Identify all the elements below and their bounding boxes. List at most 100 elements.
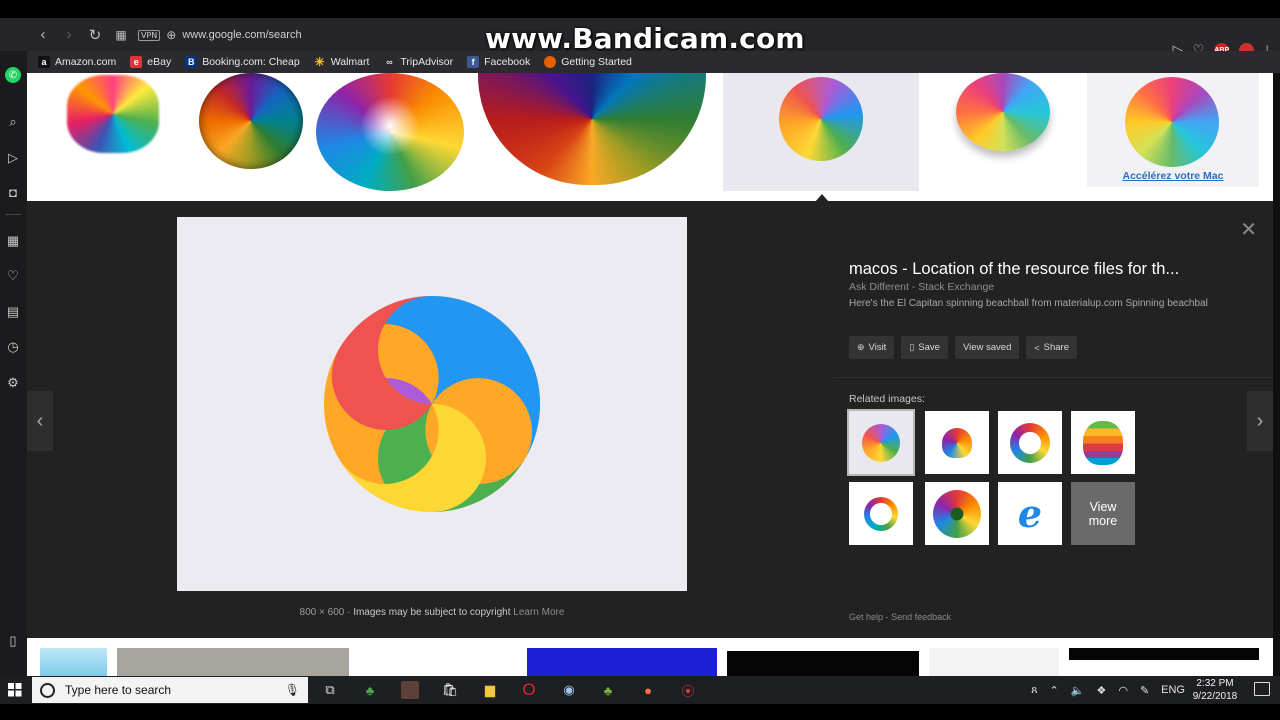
url-text[interactable]: www.google.com/search	[182, 29, 301, 41]
help-links: Get help - Send feedback	[849, 612, 951, 622]
sidebar-toggle-icon[interactable]: ▯	[3, 631, 23, 651]
bookmark-getting-started[interactable]: Getting Started	[544, 56, 632, 68]
dropbox-icon[interactable]: ❖	[1096, 684, 1106, 697]
bookmark-label: eBay	[147, 56, 172, 68]
result-thumbnail[interactable]	[117, 648, 349, 676]
news-icon[interactable]: ▤	[3, 302, 23, 322]
result-thumbnail[interactable]	[478, 73, 706, 185]
result-thumbnail[interactable]	[527, 648, 717, 676]
image-preview-panel: ‹ 800 × 600 · Images may be subject to c…	[27, 201, 1273, 638]
result-thumbnail[interactable]	[929, 648, 1059, 676]
beachball-image	[324, 296, 540, 512]
get-help-link[interactable]: Get help	[849, 612, 883, 622]
windows-taskbar: Type here to search 🎙 ⧉ ♣ 🛍 ▆ O ◉ ♣ ● ⦿ …	[0, 676, 1280, 704]
learn-more-link[interactable]: Learn More	[513, 607, 564, 618]
history-icon[interactable]: ◷	[3, 337, 23, 357]
related-image[interactable]	[849, 482, 913, 545]
bottom-black-band	[0, 704, 1280, 720]
image-source[interactable]: Ask Different - Stack Exchange	[849, 281, 994, 293]
bandicam-icon[interactable]: ⦿	[679, 681, 697, 699]
wifi-icon[interactable]: ◠	[1118, 684, 1128, 697]
microphone-icon[interactable]: 🎙	[285, 683, 300, 697]
bookmark-ebay[interactable]: e eBay	[130, 56, 171, 68]
view-saved-button[interactable]: View saved	[954, 336, 1020, 359]
back-icon[interactable]: ‹	[32, 24, 54, 46]
next-image-arrow-icon[interactable]: ›	[1247, 391, 1273, 451]
store-icon[interactable]: 🛍	[441, 681, 459, 699]
windows-start-icon[interactable]	[0, 676, 30, 704]
action-center-icon[interactable]	[1254, 682, 1270, 696]
send-feedback-link[interactable]: Send feedback	[891, 612, 951, 622]
copyright-notice: Images may be subject to copyright	[353, 607, 511, 618]
camera-icon[interactable]: ◘	[3, 182, 23, 202]
result-caption[interactable]: Accélérez votre Mac	[1087, 170, 1259, 182]
bookmark-tripadvisor[interactable]: ∞ TripAdvisor	[383, 56, 453, 68]
globe-icon: ⊕	[857, 342, 865, 352]
chevron-up-icon[interactable]: ⌃	[1050, 684, 1059, 697]
language-indicator[interactable]: ENG	[1161, 684, 1185, 696]
share-button[interactable]: < Share	[1026, 336, 1077, 359]
related-image[interactable]	[925, 482, 989, 545]
facebook-icon: f	[467, 56, 480, 68]
bookmark-amazon[interactable]: a Amazon.com	[38, 56, 116, 68]
file-explorer-icon[interactable]: ▆	[481, 681, 499, 699]
forward-icon[interactable]: ›	[58, 24, 80, 46]
bookmark-booking[interactable]: B Booking.com: Cheap	[185, 56, 300, 68]
result-thumbnail[interactable]	[40, 648, 107, 676]
bookmark-walmart[interactable]: ✳ Walmart	[314, 55, 370, 69]
task-view-icon[interactable]: ⧉	[321, 681, 339, 699]
related-image[interactable]: e	[998, 482, 1062, 545]
result-thumbnail[interactable]	[316, 73, 464, 191]
prev-image-arrow-icon[interactable]: ‹	[27, 391, 53, 451]
result-thumbnail[interactable]	[1069, 648, 1259, 660]
speed-dial-icon[interactable]: ▦	[110, 24, 132, 46]
heart-icon[interactable]: ♡	[3, 266, 23, 286]
app-tree-icon[interactable]: ♣	[361, 681, 379, 699]
clock-time: 2:32 PM	[1196, 678, 1234, 689]
result-thumbnail[interactable]	[727, 651, 919, 676]
settings-icon[interactable]: ⚙	[3, 373, 23, 393]
steam-icon[interactable]: ◉	[560, 681, 578, 699]
send-icon[interactable]: ▷	[3, 148, 23, 168]
preview-image[interactable]	[177, 217, 687, 591]
image-results-strip: Accélérez votre Mac	[27, 73, 1273, 201]
color-wheel-icon	[933, 489, 981, 538]
image-title[interactable]: macos - Location of the resource files f…	[849, 260, 1179, 279]
view-more-button[interactable]: View more	[1071, 482, 1135, 545]
vpn-badge[interactable]: VPN	[138, 29, 161, 41]
screen: ‹ › ↻ ▦ VPN ⊕ www.google.com/search ▷ ♡ …	[0, 0, 1280, 720]
taskbar-clock[interactable]: 2:32 PM 9/22/2018	[1190, 677, 1240, 703]
image-info: ✕ macos - Location of the resource files…	[833, 201, 1273, 638]
related-image[interactable]	[847, 409, 915, 476]
view-saved-label: View saved	[962, 342, 1012, 353]
minecraft-icon[interactable]	[401, 681, 419, 699]
save-label: Save	[918, 342, 940, 353]
grid-icon[interactable]: ▦	[3, 231, 23, 251]
related-image[interactable]	[998, 411, 1062, 474]
cortana-icon	[40, 682, 55, 698]
close-icon[interactable]: ✕	[1240, 217, 1257, 242]
app-tree-icon[interactable]: ♣	[599, 681, 617, 699]
people-icon[interactable]: ጸ	[1031, 684, 1037, 697]
volume-icon[interactable]: 🔈	[1071, 684, 1085, 697]
save-button[interactable]: ▯ Save	[901, 336, 948, 359]
visit-button[interactable]: ⊕ Visit	[849, 336, 895, 359]
reload-icon[interactable]: ↻	[84, 24, 106, 46]
lower-results-strip	[27, 638, 1273, 676]
share-label: Share	[1043, 342, 1069, 353]
search-icon[interactable]: ⌕	[3, 112, 23, 132]
related-image[interactable]	[1071, 411, 1135, 474]
taskbar-search-box[interactable]: Type here to search 🎙	[32, 677, 308, 703]
result-thumbnail[interactable]	[199, 73, 303, 169]
ebay-icon: e	[130, 56, 143, 68]
bookmark-icon: ▯	[909, 342, 915, 352]
result-thumbnail[interactable]	[67, 75, 159, 153]
result-thumbnail[interactable]	[956, 73, 1050, 151]
opera-icon[interactable]: O	[520, 680, 538, 699]
firefox-icon[interactable]: ●	[639, 681, 657, 699]
top-black-band	[0, 0, 1280, 18]
bookmark-facebook[interactable]: f Facebook	[467, 56, 530, 68]
whatsapp-icon[interactable]: ✆	[5, 67, 21, 83]
related-image[interactable]	[925, 411, 989, 474]
pen-icon[interactable]: ✎	[1140, 684, 1149, 697]
